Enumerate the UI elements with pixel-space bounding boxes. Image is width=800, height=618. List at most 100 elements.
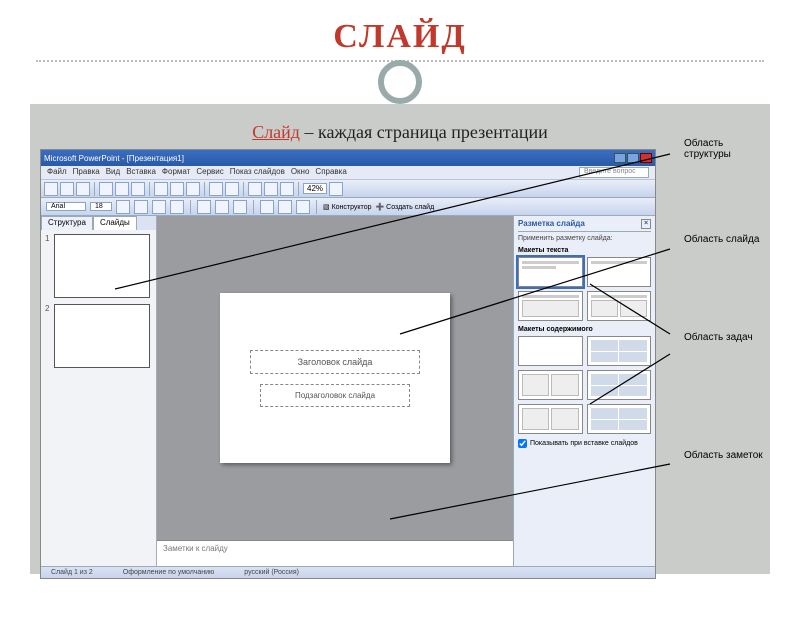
menu-edit[interactable]: Правка: [73, 167, 100, 178]
increase-font-icon[interactable]: [278, 200, 292, 214]
menu-insert[interactable]: Вставка: [126, 167, 156, 178]
callout-slide-area: Область слайда: [684, 234, 764, 245]
slide-thumbnail[interactable]: [54, 234, 150, 298]
menu-tools[interactable]: Сервис: [196, 167, 223, 178]
layout-option[interactable]: [518, 291, 583, 321]
tab-slides[interactable]: Слайды: [93, 216, 137, 230]
outline-pane: Структура Слайды 1 2: [41, 216, 157, 566]
task-pane-header: Разметка слайда ×: [518, 219, 651, 232]
minimize-button[interactable]: [614, 153, 626, 163]
underline-icon[interactable]: [152, 200, 166, 214]
title-placeholder[interactable]: Заголовок слайда: [250, 350, 420, 374]
preview-icon[interactable]: [115, 182, 129, 196]
align-center-icon[interactable]: [215, 200, 229, 214]
print-icon[interactable]: [99, 182, 113, 196]
toolbar-separator: [204, 182, 205, 196]
menu-file[interactable]: Файл: [47, 167, 67, 178]
chart-icon[interactable]: [248, 182, 262, 196]
toolbar-separator: [94, 182, 95, 196]
slide-thumbnail[interactable]: [54, 304, 150, 368]
subtitle-highlight: Слайд: [252, 122, 300, 142]
checkbox-label: Показывать при вставке слайдов: [530, 440, 638, 447]
menu-view[interactable]: Вид: [106, 167, 120, 178]
task-pane-close-icon[interactable]: ×: [641, 219, 651, 229]
task-pane: Разметка слайда × Применить разметку сла…: [513, 216, 655, 566]
thumb-number: 2: [45, 304, 51, 368]
layout-option[interactable]: [587, 404, 652, 434]
layout-option[interactable]: [587, 370, 652, 400]
paste-icon[interactable]: [186, 182, 200, 196]
menu-bar: Файл Правка Вид Вставка Формат Сервис По…: [41, 166, 655, 180]
layout-option[interactable]: [587, 257, 652, 287]
layout-option[interactable]: [518, 257, 583, 287]
status-bar: Слайд 1 из 2 Оформление по умолчанию рус…: [41, 566, 655, 578]
section-text-layouts: Макеты текста: [518, 247, 651, 254]
decrease-font-icon[interactable]: [296, 200, 310, 214]
copy-icon[interactable]: [170, 182, 184, 196]
italic-icon[interactable]: [134, 200, 148, 214]
maximize-button[interactable]: [627, 153, 639, 163]
checkbox-input[interactable]: [518, 439, 527, 448]
close-button[interactable]: [640, 153, 652, 163]
layout-option[interactable]: [587, 336, 652, 366]
toolbar-separator: [298, 182, 299, 196]
page-title: СЛАЙД: [0, 18, 800, 56]
formatting-toolbar: Arial 18 ▧ Конструктор ➕ Создать слайд: [41, 198, 655, 216]
table-icon[interactable]: [264, 182, 278, 196]
task-pane-subtitle: Применить разметку слайда:: [518, 235, 651, 242]
workspace: Структура Слайды 1 2: [41, 216, 655, 566]
text-layouts-grid: [518, 257, 651, 321]
menu-help[interactable]: Справка: [315, 167, 346, 178]
slide-area: Заголовок слайда Подзаголовок слайда Зам…: [157, 216, 513, 566]
toolbar-separator: [253, 200, 254, 214]
show-on-insert-checkbox[interactable]: Показывать при вставке слайдов: [518, 439, 651, 448]
shadow-icon[interactable]: [170, 200, 184, 214]
new-slide-button[interactable]: ➕ Создать слайд: [375, 203, 434, 211]
align-right-icon[interactable]: [233, 200, 247, 214]
bold-icon[interactable]: [116, 200, 130, 214]
section-content-layouts: Макеты содержимого: [518, 326, 651, 333]
thumb-row: 2: [45, 304, 152, 368]
font-select[interactable]: Arial: [46, 202, 86, 211]
menu-format[interactable]: Формат: [162, 167, 190, 178]
cut-icon[interactable]: [154, 182, 168, 196]
window-title-text: Microsoft PowerPoint - [Презентация1]: [44, 154, 184, 163]
redo-icon[interactable]: [225, 182, 239, 196]
align-left-icon[interactable]: [197, 200, 211, 214]
designer-button[interactable]: ▧ Конструктор: [323, 203, 371, 211]
zoom-box[interactable]: 42%: [303, 183, 327, 194]
spellcheck-icon[interactable]: [131, 182, 145, 196]
window-titlebar[interactable]: Microsoft PowerPoint - [Презентация1]: [41, 150, 655, 166]
subtitle: Слайд – каждая страница презентации: [36, 122, 764, 143]
menu-window[interactable]: Окно: [291, 167, 310, 178]
open-icon[interactable]: [60, 182, 74, 196]
help-icon[interactable]: [329, 182, 343, 196]
layout-option[interactable]: [518, 404, 583, 434]
window-buttons: [614, 153, 652, 163]
bullets-icon[interactable]: [260, 200, 274, 214]
tab-outline[interactable]: Структура: [41, 216, 93, 230]
subtitle-rest: – каждая страница презентации: [300, 122, 548, 142]
editable-slide[interactable]: Заголовок слайда Подзаголовок слайда: [220, 293, 450, 463]
status-slide-count: Слайд 1 из 2: [51, 569, 93, 576]
ask-question-box[interactable]: Введите вопрос: [579, 167, 649, 178]
undo-icon[interactable]: [209, 182, 223, 196]
toolbar-separator: [316, 200, 317, 214]
status-design: Оформление по умолчанию: [123, 569, 215, 576]
layout-option[interactable]: [587, 291, 652, 321]
layout-option[interactable]: [518, 336, 583, 366]
callout-notes-area: Область заметок: [684, 450, 764, 461]
save-icon[interactable]: [76, 182, 90, 196]
new-icon[interactable]: [44, 182, 58, 196]
layout-option[interactable]: [518, 370, 583, 400]
menu-slideshow[interactable]: Показ слайдов: [230, 167, 285, 178]
font-size-select[interactable]: 18: [90, 202, 112, 211]
hyperlink-icon[interactable]: [280, 182, 294, 196]
thumb-row: 1: [45, 234, 152, 298]
standard-toolbar: 42%: [41, 180, 655, 198]
callout-task-area: Область задач: [684, 332, 764, 343]
notes-pane[interactable]: Заметки к слайду: [157, 540, 513, 566]
powerpoint-window: Microsoft PowerPoint - [Презентация1] Фа…: [41, 150, 655, 578]
status-language: русский (Россия): [244, 569, 299, 576]
subtitle-placeholder[interactable]: Подзаголовок слайда: [260, 384, 410, 407]
